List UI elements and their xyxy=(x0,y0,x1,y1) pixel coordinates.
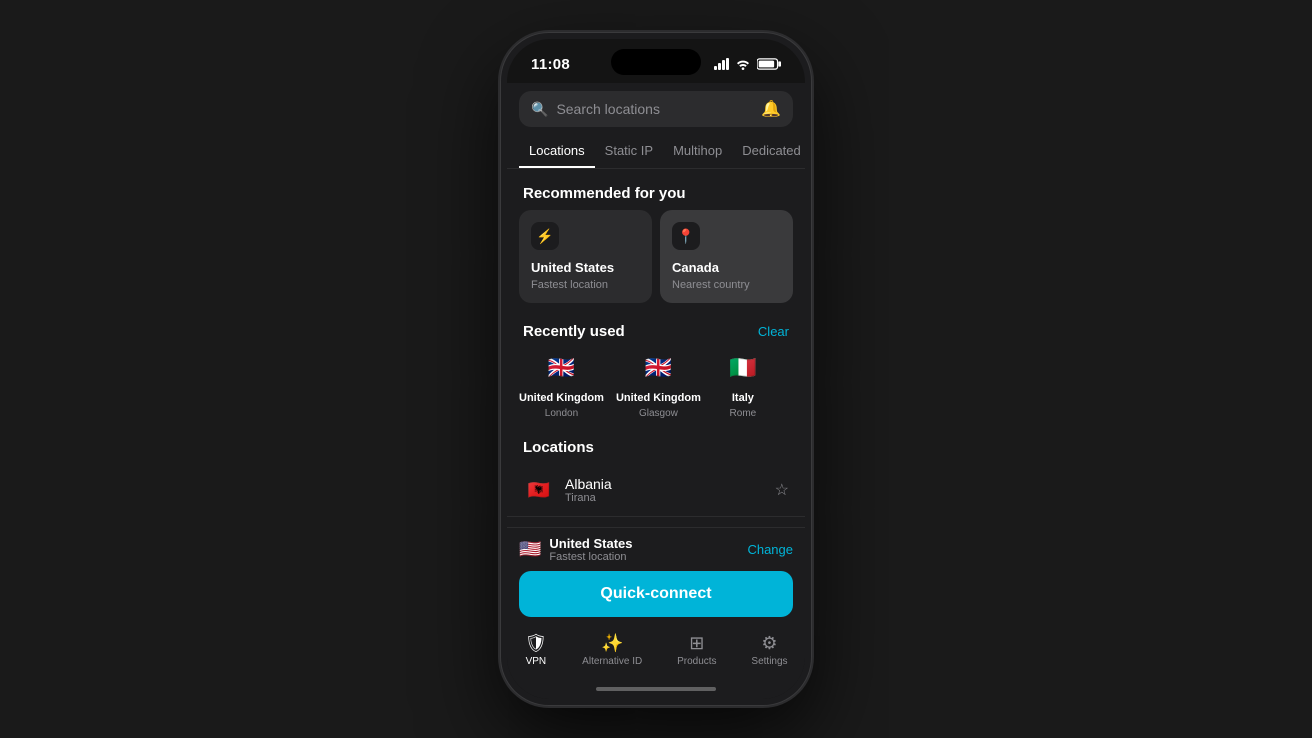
nav-bar: 🛡 VPN ✨ Alternative ID ⊞ Products ⚙ Sett… xyxy=(507,625,805,683)
clear-button[interactable]: Clear xyxy=(758,324,789,339)
status-icons xyxy=(714,58,781,70)
uk-glasgow-city: Glasgow xyxy=(639,408,678,419)
rec-us-name: United States xyxy=(531,260,640,275)
tab-dedicated-ip[interactable]: Dedicated IP xyxy=(732,135,805,168)
uk-london-flag: 🇬🇧 xyxy=(541,348,581,388)
nav-settings[interactable]: ⚙ Settings xyxy=(751,633,787,667)
tab-multihop[interactable]: Multihop xyxy=(663,135,732,168)
products-icon: ⊞ xyxy=(689,633,704,654)
albania-city: Tirana xyxy=(565,492,765,504)
uk-glasgow-country: United Kingdom xyxy=(616,392,701,404)
status-time: 11:08 xyxy=(531,56,570,73)
recommended-header: Recommended for you xyxy=(507,177,805,210)
tab-static-ip[interactable]: Static IP xyxy=(595,135,663,168)
albania-favorite-icon[interactable]: ☆ xyxy=(775,480,789,500)
bell-icon[interactable]: 🔔 xyxy=(761,99,781,119)
current-location-name: United States xyxy=(549,536,739,551)
search-icon: 🔍 xyxy=(531,101,548,118)
search-placeholder[interactable]: Search locations xyxy=(556,101,753,117)
canada-nearest-icon: 📍 xyxy=(672,222,700,250)
phone-screen: 11:08 xyxy=(507,39,805,699)
app-content: 🔍 Search locations 🔔 Locations Static IP… xyxy=(507,83,805,699)
italy-rome-city: Rome xyxy=(730,408,757,419)
quick-connect-button[interactable]: Quick-connect xyxy=(519,571,793,617)
rec-canada-name: Canada xyxy=(672,260,781,275)
locations-header: Locations xyxy=(507,431,805,464)
search-bar[interactable]: 🔍 Search locations 🔔 xyxy=(519,91,793,127)
italy-rome-country: Italy xyxy=(732,392,754,404)
nav-products[interactable]: ⊞ Products xyxy=(677,633,716,667)
nav-alternative-id[interactable]: ✨ Alternative ID xyxy=(582,633,642,667)
tabs-bar: Locations Static IP Multihop Dedicated I… xyxy=(507,135,805,169)
recently-used-title: Recently used xyxy=(523,323,625,340)
uk-glasgow-flag: 🇬🇧 xyxy=(638,348,678,388)
uk-london-country: United Kingdom xyxy=(519,392,604,404)
current-location-flag: 🇺🇸 xyxy=(519,539,541,560)
nav-vpn[interactable]: 🛡 VPN xyxy=(524,633,547,667)
battery-icon xyxy=(757,58,781,70)
rec-canada-sub: Nearest country xyxy=(672,279,781,291)
phone-frame: 11:08 xyxy=(501,33,811,705)
vpn-icon: 🛡 xyxy=(524,633,547,654)
bottom-bar: 🇺🇸 United States Fastest location Change… xyxy=(507,527,805,625)
recent-item-uk-london[interactable]: 🇬🇧 United Kingdom London xyxy=(519,348,604,419)
recent-item-uk-glasgow[interactable]: 🇬🇧 United Kingdom Glasgow xyxy=(616,348,701,419)
location-algeria[interactable]: 🇩🇿 Algeria Algiers · Virtual location ☆ xyxy=(507,517,805,527)
uk-london-city: London xyxy=(545,408,578,419)
albania-flag: 🇦🇱 xyxy=(523,474,555,506)
current-location-info: United States Fastest location xyxy=(549,536,739,563)
current-location: 🇺🇸 United States Fastest location Change xyxy=(519,536,793,563)
nav-settings-label: Settings xyxy=(751,656,787,667)
nav-alt-label: Alternative ID xyxy=(582,656,642,667)
nav-products-label: Products xyxy=(677,656,716,667)
recommended-grid: ⚡ United States Fastest location 📍 Canad… xyxy=(507,210,805,315)
recent-item-italy-rome[interactable]: 🇮🇹 Italy Rome xyxy=(713,348,773,419)
scroll-content: Recommended for you ⚡ United States Fast… xyxy=(507,177,805,527)
alternative-id-icon: ✨ xyxy=(601,633,623,654)
recently-used-header: Recently used Clear xyxy=(507,315,805,348)
current-location-sub: Fastest location xyxy=(549,551,739,563)
signal-icon xyxy=(714,58,729,70)
rec-us-sub: Fastest location xyxy=(531,279,640,291)
home-indicator xyxy=(596,687,716,691)
albania-info: Albania Tirana xyxy=(565,476,765,504)
wifi-icon xyxy=(735,58,751,70)
recommended-card-canada[interactable]: 📍 Canada Nearest country xyxy=(660,210,793,303)
tab-locations[interactable]: Locations xyxy=(519,135,595,168)
change-button[interactable]: Change xyxy=(747,542,793,557)
recent-items-list: 🇬🇧 United Kingdom London 🇬🇧 United Kingd… xyxy=(507,348,805,431)
us-fastest-icon: ⚡ xyxy=(531,222,559,250)
recommended-card-us[interactable]: ⚡ United States Fastest location xyxy=(519,210,652,303)
settings-icon: ⚙ xyxy=(761,633,777,654)
nav-vpn-label: VPN xyxy=(526,656,547,667)
location-albania[interactable]: 🇦🇱 Albania Tirana ☆ xyxy=(507,464,805,517)
italy-rome-flag: 🇮🇹 xyxy=(723,348,763,388)
albania-name: Albania xyxy=(565,476,765,492)
dynamic-island xyxy=(611,49,701,75)
